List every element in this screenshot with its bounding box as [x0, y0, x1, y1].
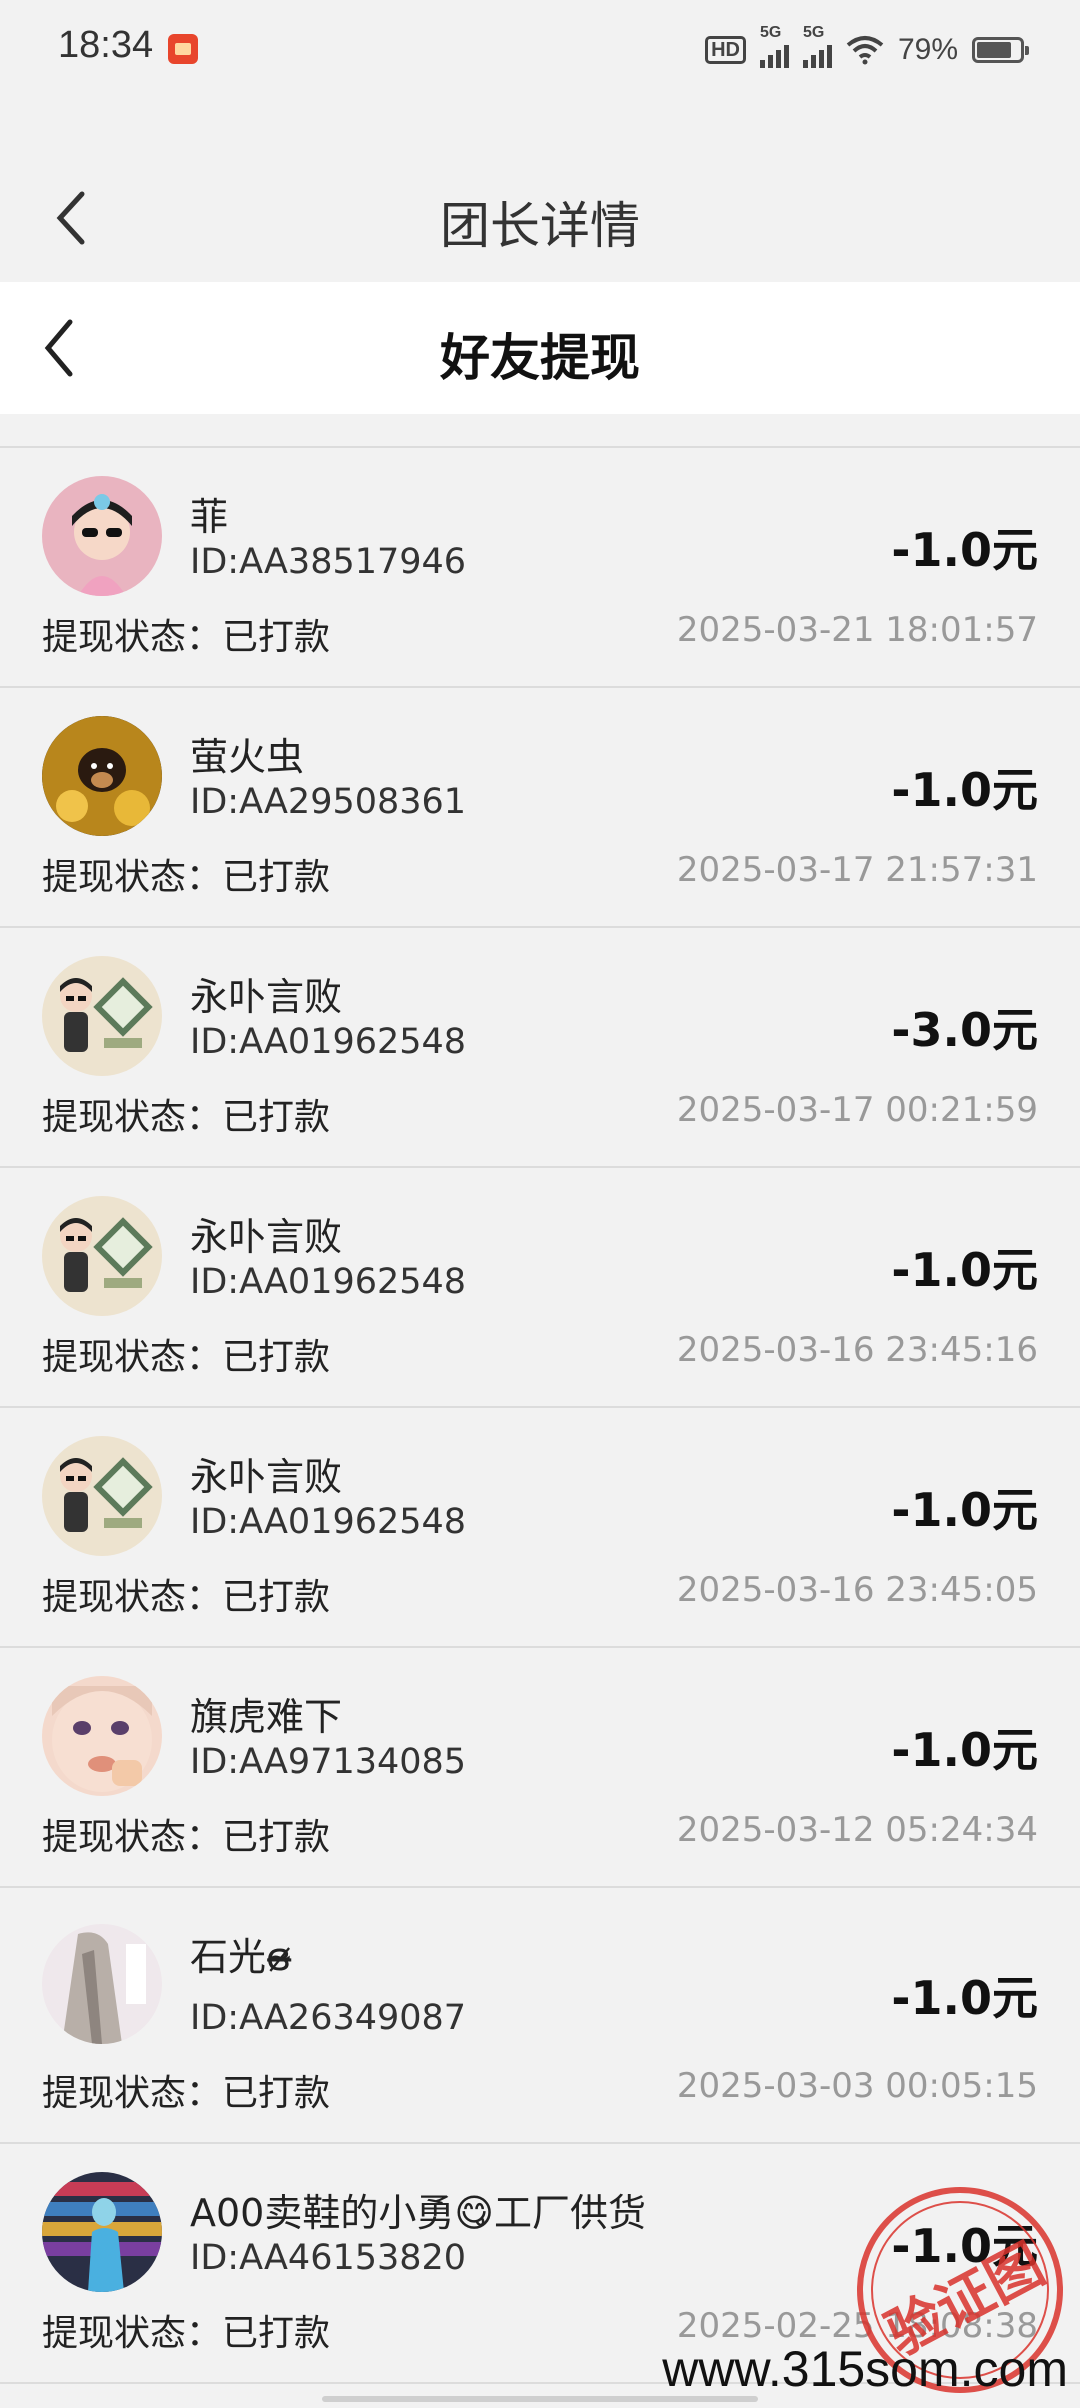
friend-id: ID:AA01962548 [190, 1262, 467, 1302]
withdrawal-time: 2025-03-17 21:57:31 [676, 850, 1038, 890]
avatar [42, 1924, 162, 2044]
friend-name: 永卟言败 [190, 1455, 343, 1499]
status-value: 已打款 [222, 2073, 331, 2114]
status-label: 提现状态： [42, 1097, 223, 1138]
status-label: 提现状态： [42, 1817, 223, 1858]
withdrawal-row[interactable]: 石光ɞ̴̶̷ ID:AA26349087 -1.0元 提现状态：已打款 2025… [0, 1888, 1080, 2144]
withdrawal-status: 提现状态：已打款 [42, 1328, 330, 1380]
status-value: 已打款 [222, 1817, 331, 1858]
withdrawal-status: 提现状态：已打款 [42, 1088, 330, 1140]
watermark-text: www.315som.com [662, 2341, 1068, 2397]
withdrawal-row[interactable]: 永卟言败 ID:AA01962548 -1.0元 提现状态：已打款 2025-0… [0, 1408, 1080, 1648]
withdrawal-time: 2025-03-17 00:21:59 [676, 1090, 1038, 1130]
withdrawal-status: 提现状态：已打款 [42, 608, 330, 660]
battery-percent: 79% [897, 33, 958, 66]
withdrawal-time: 2025-03-16 23:45:05 [676, 1570, 1038, 1610]
withdrawal-list: 菲 ID:AA38517946 -1.0元 提现状态：已打款 2025-03-2… [0, 446, 1080, 2384]
signal-icon-2: 5G [802, 24, 832, 68]
withdrawal-amount: -1.0元 [891, 523, 1038, 577]
withdrawal-amount: -1.0元 [891, 763, 1038, 817]
withdrawal-time: 2025-03-16 23:45:16 [676, 1330, 1038, 1370]
friend-name: 菲 [190, 495, 229, 539]
status-label: 提现状态： [42, 617, 223, 658]
status-value: 已打款 [222, 617, 331, 658]
avatar [42, 1676, 162, 1796]
network-type-2: 5G [802, 24, 825, 41]
status-label: 提现状态： [42, 2073, 223, 2114]
withdrawal-row[interactable]: 永卟言败 ID:AA01962548 -3.0元 提现状态：已打款 2025-0… [0, 928, 1080, 1168]
withdrawal-amount: -1.0元 [891, 1243, 1038, 1297]
avatar [42, 2172, 162, 2292]
friend-name: 旗虎难下 [190, 1695, 343, 1739]
withdrawal-amount: -1.0元 [891, 1971, 1038, 2025]
withdrawal-status: 提现状态：已打款 [42, 1808, 330, 1860]
friend-name: 萤火虫 [190, 735, 305, 779]
withdrawal-status: 提现状态：已打款 [42, 2304, 330, 2356]
friend-id: ID:AA01962548 [190, 1502, 467, 1542]
status-label: 提现状态： [42, 1337, 223, 1378]
signal-icon-1: 5G [759, 24, 789, 68]
withdrawal-row[interactable]: 永卟言败 ID:AA01962548 -1.0元 提现状态：已打款 2025-0… [0, 1168, 1080, 1408]
status-indicators: HD 5G 5G 79% [705, 24, 1029, 74]
app-notification-icon [168, 34, 198, 64]
inner-header: 好友提现 [0, 282, 1080, 414]
battery-icon [972, 37, 1029, 63]
avatar [42, 1436, 162, 1556]
avatar [42, 716, 162, 836]
status-label: 提现状态： [42, 2313, 223, 2354]
withdrawal-amount: -1.0元 [891, 1483, 1038, 1537]
status-value: 已打款 [222, 857, 331, 898]
avatar [42, 1196, 162, 1316]
friend-id: ID:AA38517946 [190, 542, 467, 582]
hd-icon: HD [705, 36, 746, 64]
withdrawal-time: 2025-03-03 00:05:15 [676, 2066, 1038, 2106]
friend-id: ID:AA01962548 [190, 1022, 467, 1062]
wifi-icon [846, 36, 884, 65]
withdrawal-time: 2025-03-21 18:01:57 [676, 610, 1038, 650]
page-title: 好友提现 [440, 329, 640, 387]
friend-id: ID:AA97134085 [190, 1742, 467, 1782]
friend-id: ID:AA46153820 [190, 2238, 467, 2278]
status-bar: 18:34 HD 5G 5G 79% [0, 0, 1080, 100]
outer-page-title: 团长详情 [440, 197, 640, 255]
withdrawal-row[interactable]: 旗虎难下 ID:AA97134085 -1.0元 提现状态：已打款 2025-0… [0, 1648, 1080, 1888]
friend-name: 石光ɞ̴̶̷ [190, 1935, 292, 1979]
status-time: 18:34 [58, 24, 154, 66]
withdrawal-amount: -1.0元 [891, 1723, 1038, 1777]
status-value: 已打款 [222, 1097, 331, 1138]
withdrawal-row[interactable]: 萤火虫 ID:AA29508361 -1.0元 提现状态：已打款 2025-03… [0, 688, 1080, 928]
avatar [42, 956, 162, 1076]
home-indicator[interactable] [322, 2396, 758, 2402]
status-value: 已打款 [222, 1337, 331, 1378]
status-value: 已打款 [222, 2313, 331, 2354]
withdrawal-status: 提现状态：已打款 [42, 2064, 330, 2116]
network-type-1: 5G [759, 24, 782, 41]
outer-header: 团长详情 [0, 160, 1080, 280]
friend-name: 永卟言败 [190, 1215, 343, 1259]
status-label: 提现状态： [42, 857, 223, 898]
friend-name: 永卟言败 [190, 975, 343, 1019]
avatar [42, 476, 162, 596]
withdrawal-row[interactable]: 菲 ID:AA38517946 -1.0元 提现状态：已打款 2025-03-2… [0, 448, 1080, 688]
withdrawal-time: 2025-03-12 05:24:34 [676, 1810, 1038, 1850]
friend-name: A00卖鞋的小勇😋工厂供货 [190, 2191, 646, 2235]
friend-id: ID:AA29508361 [190, 782, 467, 822]
withdrawal-amount: -3.0元 [891, 1003, 1038, 1057]
status-label: 提现状态： [42, 1577, 223, 1618]
status-value: 已打款 [222, 1577, 331, 1618]
withdrawal-status: 提现状态：已打款 [42, 848, 330, 900]
withdrawal-status: 提现状态：已打款 [42, 1568, 330, 1620]
friend-id: ID:AA26349087 [190, 1998, 467, 2038]
